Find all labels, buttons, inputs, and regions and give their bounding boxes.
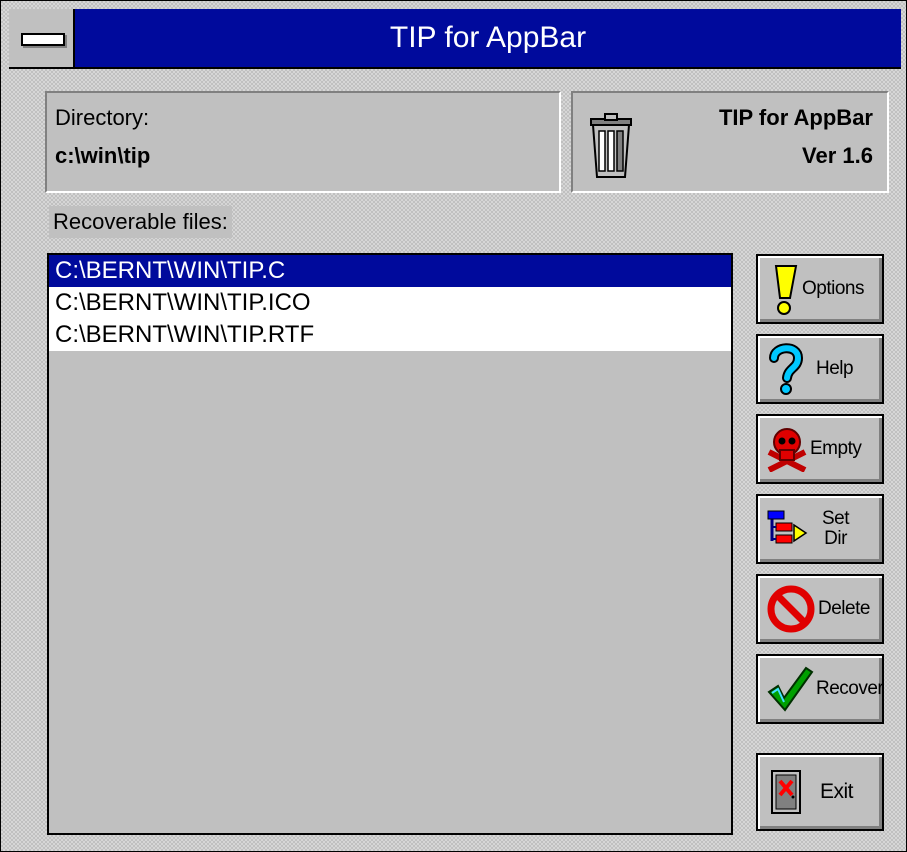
directory-tree-icon xyxy=(767,510,808,544)
options-button[interactable]: Options xyxy=(756,254,884,324)
set-dir-button[interactable]: Set Dir xyxy=(756,494,884,564)
list-item[interactable]: C:\BERNT\WIN\TIP.C xyxy=(49,255,731,287)
app-window: TIP for AppBar Directory: c:\win\tip TIP… xyxy=(0,0,907,852)
delete-label: Delete xyxy=(818,598,870,619)
recoverable-files-list[interactable]: C:\BERNT\WIN\TIP.C C:\BERNT\WIN\TIP.ICO … xyxy=(47,253,733,835)
exit-door-icon xyxy=(771,770,801,814)
directory-value: c:\win\tip xyxy=(55,143,151,168)
app-version: Ver 1.6 xyxy=(802,143,873,168)
skull-crossbones-icon xyxy=(767,428,807,472)
recover-button[interactable]: Recover xyxy=(756,654,884,724)
set-dir-label: Set Dir xyxy=(822,508,850,549)
system-menu-icon xyxy=(21,33,65,46)
empty-button[interactable]: Empty xyxy=(756,414,884,484)
set-dir-label-line2: Dir xyxy=(824,528,847,549)
list-item[interactable]: C:\BERNT\WIN\TIP.RTF xyxy=(49,319,731,351)
recoverable-files-label: Recoverable files: xyxy=(49,206,232,238)
recover-label: Recover xyxy=(816,678,884,699)
no-symbol-icon xyxy=(767,585,815,633)
trash-can-icon xyxy=(590,113,632,178)
app-name: TIP for AppBar xyxy=(718,105,873,130)
list-item[interactable]: C:\BERNT\WIN\TIP.ICO xyxy=(49,287,731,319)
question-mark-icon xyxy=(769,343,804,395)
app-info-panel: TIP for AppBar Ver 1.6 xyxy=(571,91,889,193)
system-menu-button[interactable] xyxy=(9,9,75,67)
directory-panel: Directory: c:\win\tip xyxy=(45,91,561,193)
empty-label: Empty xyxy=(810,438,862,459)
options-label: Options xyxy=(802,278,864,299)
title-bar[interactable]: TIP for AppBar xyxy=(9,9,901,69)
help-label: Help xyxy=(816,358,854,379)
exclamation-icon xyxy=(774,265,798,315)
help-button[interactable]: Help xyxy=(756,334,884,404)
exit-label: Exit xyxy=(820,780,854,803)
delete-button[interactable]: Delete xyxy=(756,574,884,644)
exit-button[interactable]: Exit xyxy=(756,753,884,831)
set-dir-label-line1: Set xyxy=(822,508,850,529)
directory-label: Directory: xyxy=(55,105,150,130)
window-title: TIP for AppBar xyxy=(389,21,587,54)
checkmark-icon xyxy=(767,666,814,712)
